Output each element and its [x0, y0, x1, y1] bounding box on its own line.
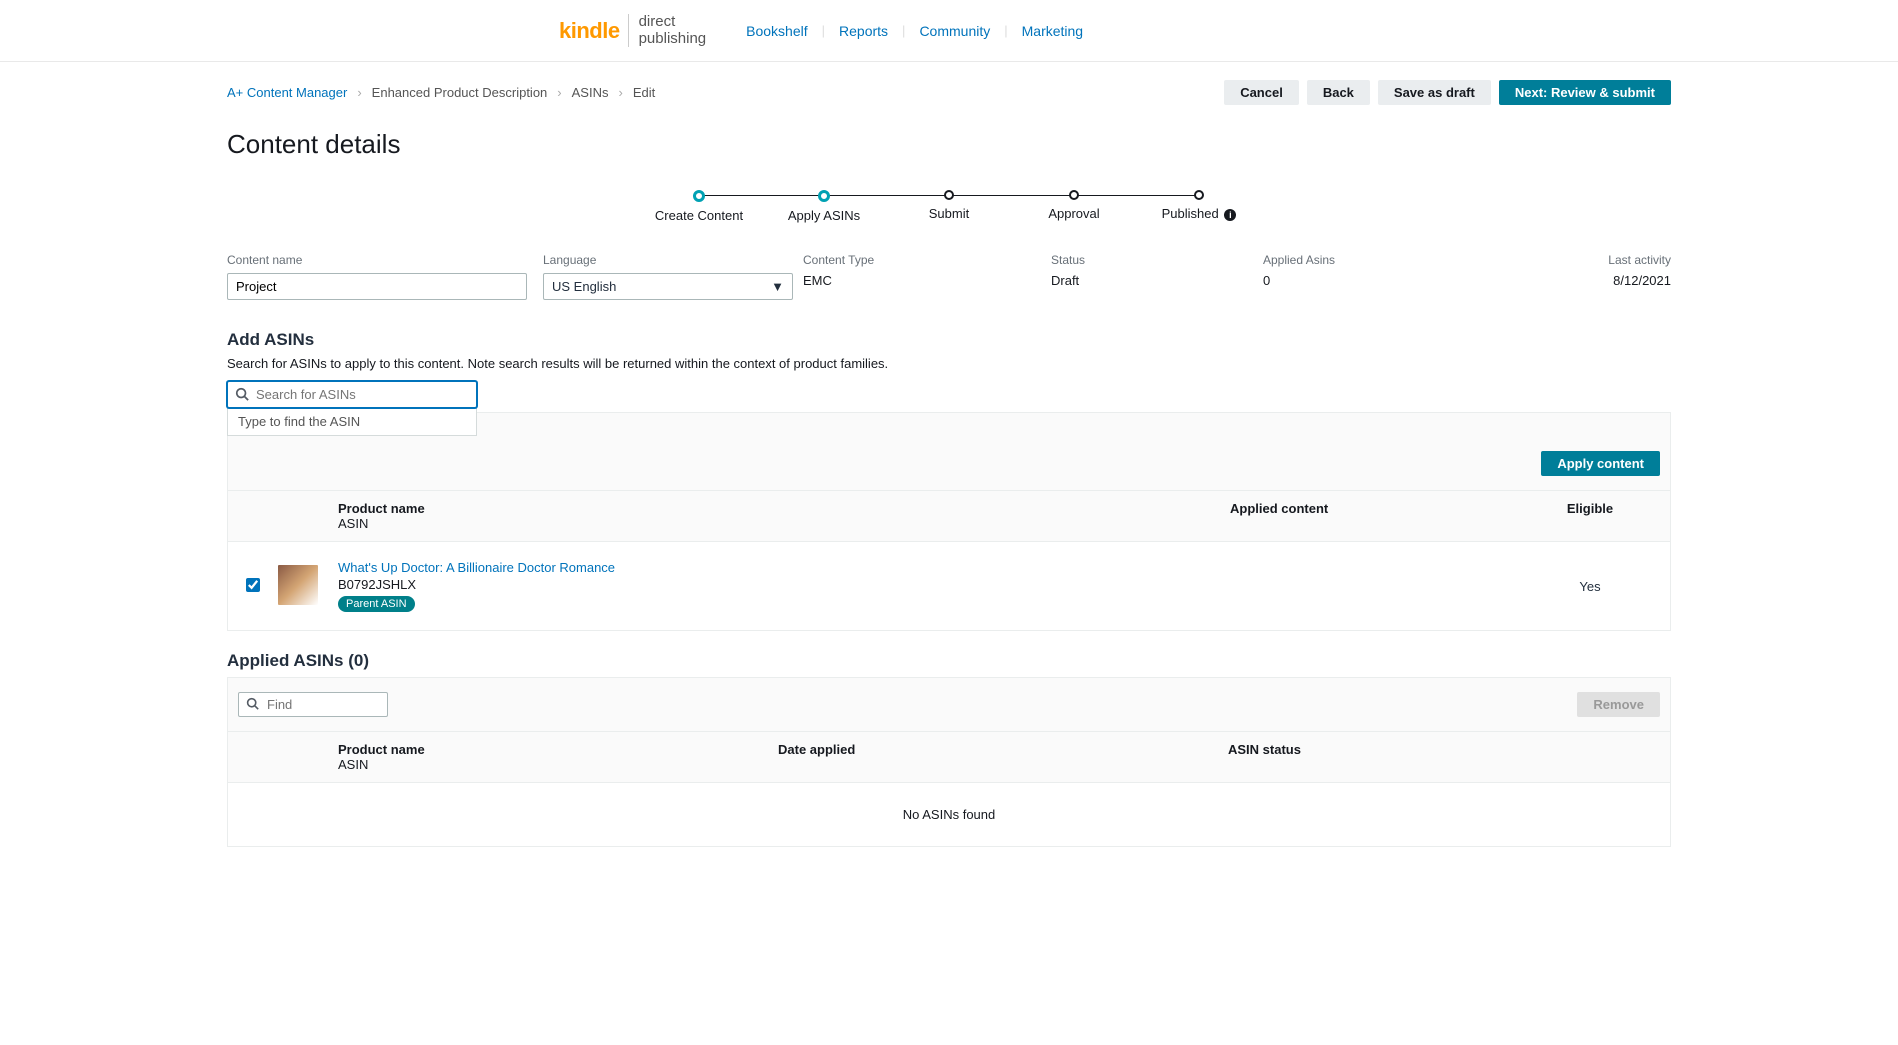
- nav-bookshelf[interactable]: Bookshelf: [746, 23, 807, 39]
- product-title-link[interactable]: What's Up Doctor: A Billionaire Doctor R…: [338, 560, 615, 575]
- remove-button[interactable]: Remove: [1577, 692, 1660, 717]
- nav-reports[interactable]: Reports: [839, 23, 888, 39]
- applied-asins-label: Applied Asins: [1263, 253, 1499, 267]
- applied-asins-title: Applied ASINs (0): [227, 651, 1671, 671]
- col-asin: ASIN: [338, 757, 778, 772]
- applied-asins-value: 0: [1263, 273, 1499, 288]
- col-asin: ASIN: [338, 516, 1230, 531]
- product-asin: B0792JSHLX: [338, 577, 1230, 592]
- step-label: Published i: [1137, 206, 1262, 221]
- add-asins-table-head: Product name ASIN Applied content Eligib…: [228, 490, 1670, 542]
- content-details-row: Content name Language US English ▼ Conte…: [227, 253, 1671, 300]
- breadcrumb-root[interactable]: A+ Content Manager: [227, 85, 347, 100]
- step-label: Submit: [887, 206, 1012, 221]
- step-dot-icon: [818, 190, 830, 202]
- action-buttons: Cancel Back Save as draft Next: Review &…: [1224, 80, 1671, 105]
- step-dot-icon: [693, 190, 705, 202]
- progress-stepper: Create Content Apply ASINs Submit Approv…: [227, 190, 1671, 223]
- cancel-button[interactable]: Cancel: [1224, 80, 1299, 105]
- logo-kindle-text: kindle: [559, 18, 620, 44]
- step-create-content: Create Content: [637, 190, 762, 223]
- nav-sep: |: [902, 23, 905, 38]
- breadcrumb-epd: Enhanced Product Description: [372, 85, 548, 100]
- table-row: What's Up Doctor: A Billionaire Doctor R…: [228, 542, 1670, 630]
- asin-search-hint: Type to find the ASIN: [227, 408, 477, 436]
- add-asins-panel: Apply content Product name ASIN Applied …: [227, 412, 1671, 631]
- applied-asins-panel: Remove Product name ASIN Date applied AS…: [227, 677, 1671, 847]
- eligible-value: Yes: [1579, 579, 1600, 594]
- nav-marketing[interactable]: Marketing: [1022, 23, 1083, 39]
- breadcrumb-edit: Edit: [633, 85, 655, 100]
- col-product-name: Product name: [338, 742, 425, 757]
- page-title: Content details: [227, 129, 1671, 160]
- add-asins-desc: Search for ASINs to apply to this conten…: [227, 356, 1671, 371]
- last-activity-value: 8/12/2021: [1613, 273, 1671, 288]
- kdp-logo[interactable]: kindle directpublishing: [559, 14, 706, 47]
- add-asins-title: Add ASINs: [227, 330, 1671, 350]
- content-type-value: EMC: [803, 273, 1041, 288]
- info-icon[interactable]: i: [1224, 209, 1236, 221]
- col-eligible: Eligible: [1567, 501, 1613, 516]
- breadcrumb-asins: ASINs: [572, 85, 609, 100]
- search-icon: [246, 697, 259, 713]
- back-button[interactable]: Back: [1307, 80, 1370, 105]
- language-label: Language: [543, 253, 793, 267]
- asin-search-wrap: Type to find the ASIN: [227, 381, 477, 436]
- content-name-input[interactable]: [227, 273, 527, 300]
- applied-find-input[interactable]: [238, 692, 388, 717]
- chevron-right-icon: ›: [618, 85, 622, 100]
- chevron-right-icon: ›: [557, 85, 561, 100]
- main-nav: Bookshelf | Reports | Community | Market…: [746, 23, 1083, 39]
- step-dot-icon: [944, 190, 954, 200]
- breadcrumb: A+ Content Manager › Enhanced Product De…: [227, 85, 655, 100]
- parent-asin-badge: Parent ASIN: [338, 596, 415, 612]
- search-icon: [235, 387, 249, 404]
- nav-sep: |: [1004, 23, 1007, 38]
- caret-down-icon: ▼: [771, 279, 784, 294]
- status-label: Status: [1051, 253, 1253, 267]
- applied-table-head: Product name ASIN Date applied ASIN stat…: [228, 731, 1670, 783]
- status-value: Draft: [1051, 273, 1253, 288]
- content-type-label: Content Type: [803, 253, 1041, 267]
- content-name-label: Content name: [227, 253, 533, 267]
- step-label: Apply ASINs: [762, 208, 887, 223]
- row-checkbox[interactable]: [246, 578, 260, 592]
- nav-sep: |: [822, 23, 825, 38]
- step-label: Approval: [1012, 206, 1137, 221]
- next-review-submit-button[interactable]: Next: Review & submit: [1499, 80, 1671, 105]
- last-activity-label: Last activity: [1608, 253, 1671, 267]
- step-dot-icon: [1069, 190, 1079, 200]
- product-thumbnail: [278, 565, 318, 605]
- step-label: Create Content: [637, 208, 762, 223]
- top-bar: kindle directpublishing Bookshelf | Repo…: [0, 0, 1898, 62]
- language-value: US English: [552, 279, 616, 294]
- asin-search-input[interactable]: [227, 381, 477, 408]
- chevron-right-icon: ›: [357, 85, 361, 100]
- language-select[interactable]: US English ▼: [543, 273, 793, 300]
- step-dot-icon: [1194, 190, 1204, 200]
- col-product-name: Product name: [338, 501, 425, 516]
- col-date-applied: Date applied: [778, 742, 855, 757]
- empty-state: No ASINs found: [228, 783, 1670, 846]
- col-asin-status: ASIN status: [1228, 742, 1301, 757]
- apply-content-button[interactable]: Apply content: [1541, 451, 1660, 476]
- nav-community[interactable]: Community: [919, 23, 990, 39]
- col-applied-content: Applied content: [1230, 501, 1328, 516]
- save-draft-button[interactable]: Save as draft: [1378, 80, 1491, 105]
- logo-dp-text: directpublishing: [628, 14, 707, 47]
